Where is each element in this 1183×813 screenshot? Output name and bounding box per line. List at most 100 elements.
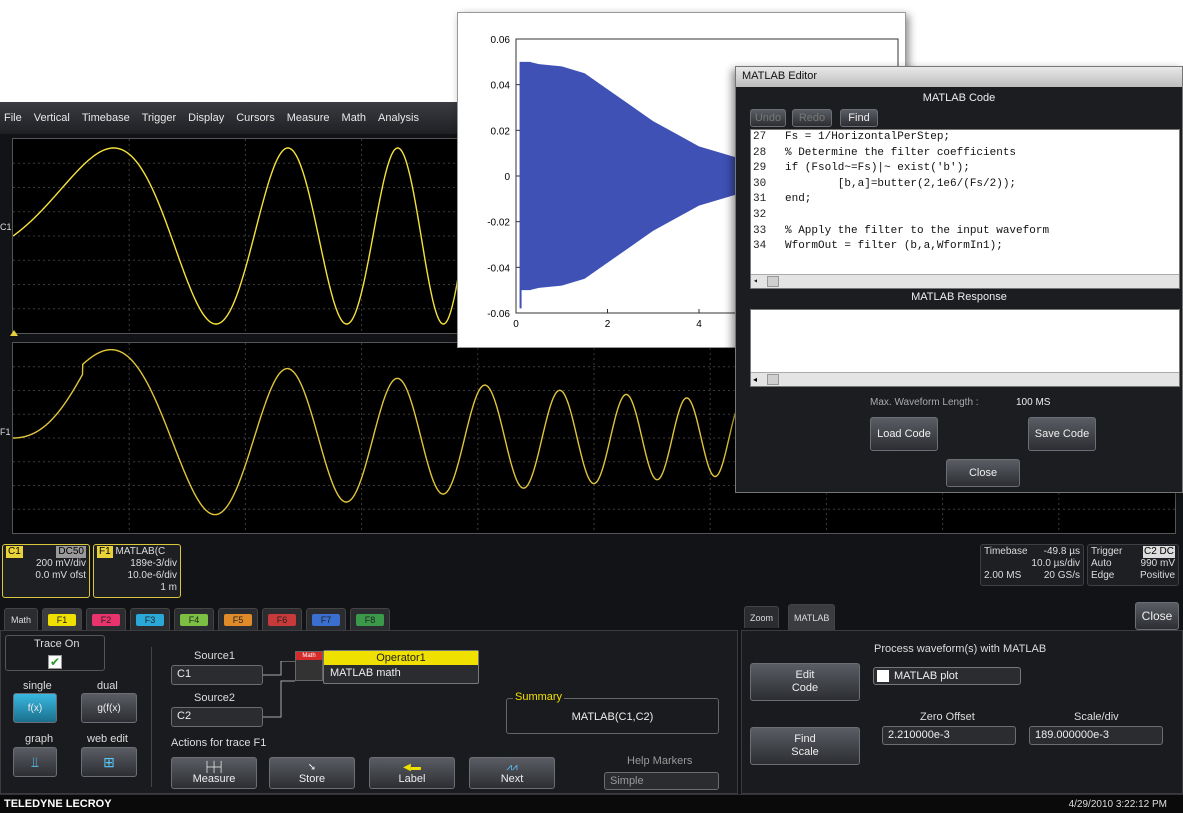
max-length-label: Max. Waveform Length : <box>870 397 979 408</box>
redo-button[interactable]: Redo <box>792 109 832 127</box>
actions-label: Actions for trace F1 <box>171 737 267 749</box>
timebase-descriptor[interactable]: Timebase -49.8 µs 10.0 µs/div 2.00 MS 20 G… <box>980 544 1084 586</box>
summary-value: MATLAB(C1,C2) <box>571 711 654 723</box>
menu-item-cursors[interactable]: Cursors <box>236 112 275 124</box>
menu-item-measure[interactable]: Measure <box>287 112 330 124</box>
editor-title-bar[interactable]: MATLAB Editor <box>736 67 1182 87</box>
editor-close-button[interactable]: Close <box>946 459 1020 487</box>
menu-item-timebase[interactable]: Timebase <box>82 112 130 124</box>
tab-math[interactable]: Math <box>4 608 38 630</box>
save-code-button[interactable]: Save Code <box>1028 417 1096 451</box>
tab-f2[interactable]: F2 <box>86 608 126 630</box>
help-markers-field[interactable]: Simple <box>604 772 719 790</box>
y-tick-label: 0.02 <box>491 126 511 137</box>
response-scroll-left-icon[interactable]: ◂ <box>753 374 763 385</box>
web-edit-button[interactable]: ⊞ <box>81 747 137 777</box>
operator-mini-tile[interactable]: Math <box>295 651 323 681</box>
find-scale-label-2: Scale <box>791 746 819 758</box>
f1-descriptor[interactable]: F1 MATLAB(C 189e-3/div 10.0e-6/div 1 m <box>93 544 181 598</box>
tab-f4[interactable]: F4 <box>174 608 214 630</box>
source2-field[interactable]: C2 <box>171 707 263 727</box>
scale-div-field[interactable]: 189.000000e-3 <box>1029 726 1163 745</box>
trigger-descriptor[interactable]: Trigger C2 DC Auto 990 mV Edge Positive <box>1087 544 1179 586</box>
scroll-left-icon[interactable]: ◂ <box>753 276 763 287</box>
menu-item-math[interactable]: Math <box>342 112 366 124</box>
summary-label: Summary <box>513 691 565 703</box>
code-lines: 27 Fs = 1/HorizontalPerStep; 28 % Determine… <box>751 130 1179 255</box>
x-tick-label: 0 <box>513 319 519 330</box>
matlab-plot-option[interactable]: MATLAB plot <box>873 667 1021 685</box>
source1-field[interactable]: C1 <box>171 665 263 685</box>
operator-mini-label: Math <box>296 652 322 660</box>
code-scrollbar-thumb[interactable] <box>767 276 779 287</box>
close-panel-button[interactable]: Close <box>1135 602 1179 630</box>
y-tick-label: 0.04 <box>491 81 511 92</box>
single-function-button[interactable]: f(x) <box>13 693 57 723</box>
f1-tag: F1 <box>97 546 113 558</box>
y-tick-label: 0.06 <box>491 35 511 46</box>
operator1-box[interactable]: Operator1 MATLAB math <box>323 650 479 684</box>
tab-f3[interactable]: F3 <box>130 608 170 630</box>
matlab-editor-window[interactable]: MATLAB Editor MATLAB Code Undo Redo Find… <box>735 66 1183 493</box>
menu-item-display[interactable]: Display <box>188 112 224 124</box>
code-scrollbar[interactable]: ◂ <box>751 274 1179 288</box>
tab-f5-label: F5 <box>224 613 252 626</box>
zero-offset-value: 2.210000e-3 <box>888 729 950 741</box>
tab-f5[interactable]: F5 <box>218 608 258 630</box>
line-number: 30 <box>753 177 767 190</box>
tab-matlab[interactable]: MATLAB <box>788 604 836 630</box>
response-scrollbar-thumb[interactable] <box>767 374 779 385</box>
menu-item-analysis[interactable]: Analysis <box>378 112 419 124</box>
tab-zoom-label: Zoom <box>750 612 774 623</box>
measure-button[interactable]: ├┼┤ Measure <box>171 757 257 789</box>
zero-offset-field[interactable]: 2.210000e-3 <box>882 726 1016 745</box>
edit-code-button[interactable]: Edit Code <box>750 663 860 701</box>
code-editor[interactable]: 27 Fs = 1/HorizontalPerStep; 28 % Determine… <box>750 129 1180 289</box>
code-line: 32 <box>751 208 1179 224</box>
brand-logo: TELEDYNE LECROY <box>4 798 112 810</box>
load-code-label: Load Code <box>877 428 931 440</box>
label-label: Label <box>398 772 426 785</box>
store-button[interactable]: ➘ Store <box>269 757 355 789</box>
tab-f7[interactable]: F7 <box>306 608 346 630</box>
help-markers-label: Help Markers <box>627 755 693 767</box>
trace-on-checkbox[interactable]: ✔ <box>48 655 62 669</box>
load-code-button[interactable]: Load Code <box>870 417 938 451</box>
response-scrollbar[interactable]: ◂ <box>751 372 1179 386</box>
next-icon: ⩘⩘ <box>506 761 518 773</box>
menu-item-vertical[interactable]: Vertical <box>34 112 70 124</box>
undo-button[interactable]: Undo <box>750 109 786 127</box>
trigger-type: Edge <box>1091 570 1115 581</box>
find-button[interactable]: Find <box>840 109 878 127</box>
tab-zoom[interactable]: Zoom <box>744 606 780 628</box>
dual-function-button[interactable]: g(f(x) <box>81 693 137 723</box>
operator1-label: Operator1 <box>324 651 478 665</box>
next-button[interactable]: ⩘⩘ Next <box>469 757 555 789</box>
code-line: 29 if (Fsold~=Fs)|~ exist('b'); <box>751 161 1179 177</box>
menu-item-trigger[interactable]: Trigger <box>142 112 176 124</box>
source2-label: Source2 <box>194 692 235 704</box>
single-button-label: f(x) <box>27 702 43 714</box>
tab-f6[interactable]: F6 <box>262 608 302 630</box>
tab-f6-label: F6 <box>268 613 296 626</box>
c1-descriptor[interactable]: C1 DC50 200 mV/div 0.0 mV ofst <box>2 544 90 598</box>
source1-label: Source1 <box>194 650 235 662</box>
code-text: end; <box>785 193 812 206</box>
web-edit-label: web edit <box>87 733 128 745</box>
matlab-plot-checkbox[interactable] <box>877 670 889 682</box>
trigger-mode: Auto <box>1091 558 1112 569</box>
tab-f2-label: F2 <box>92 613 120 626</box>
graph-button[interactable]: ⫫ <box>13 747 57 777</box>
menu-item-file[interactable]: File <box>4 112 22 124</box>
find-scale-button[interactable]: Find Scale <box>750 727 860 765</box>
tab-f1[interactable]: F1 <box>42 608 82 630</box>
response-area[interactable]: ◂ <box>750 309 1180 387</box>
timebase-delay: -49.8 µs <box>1043 546 1080 557</box>
line-number: 29 <box>753 162 767 175</box>
timebase-hdiv: 10.0 µs/div <box>1031 558 1080 569</box>
label-button[interactable]: ◀▬ Label <box>369 757 455 789</box>
line-number: 28 <box>753 146 767 159</box>
tab-f8[interactable]: F8 <box>350 608 390 630</box>
code-text: if (Fsold~=Fs)|~ exist('b'); <box>785 162 970 175</box>
x-tick-label: 2 <box>605 319 611 330</box>
